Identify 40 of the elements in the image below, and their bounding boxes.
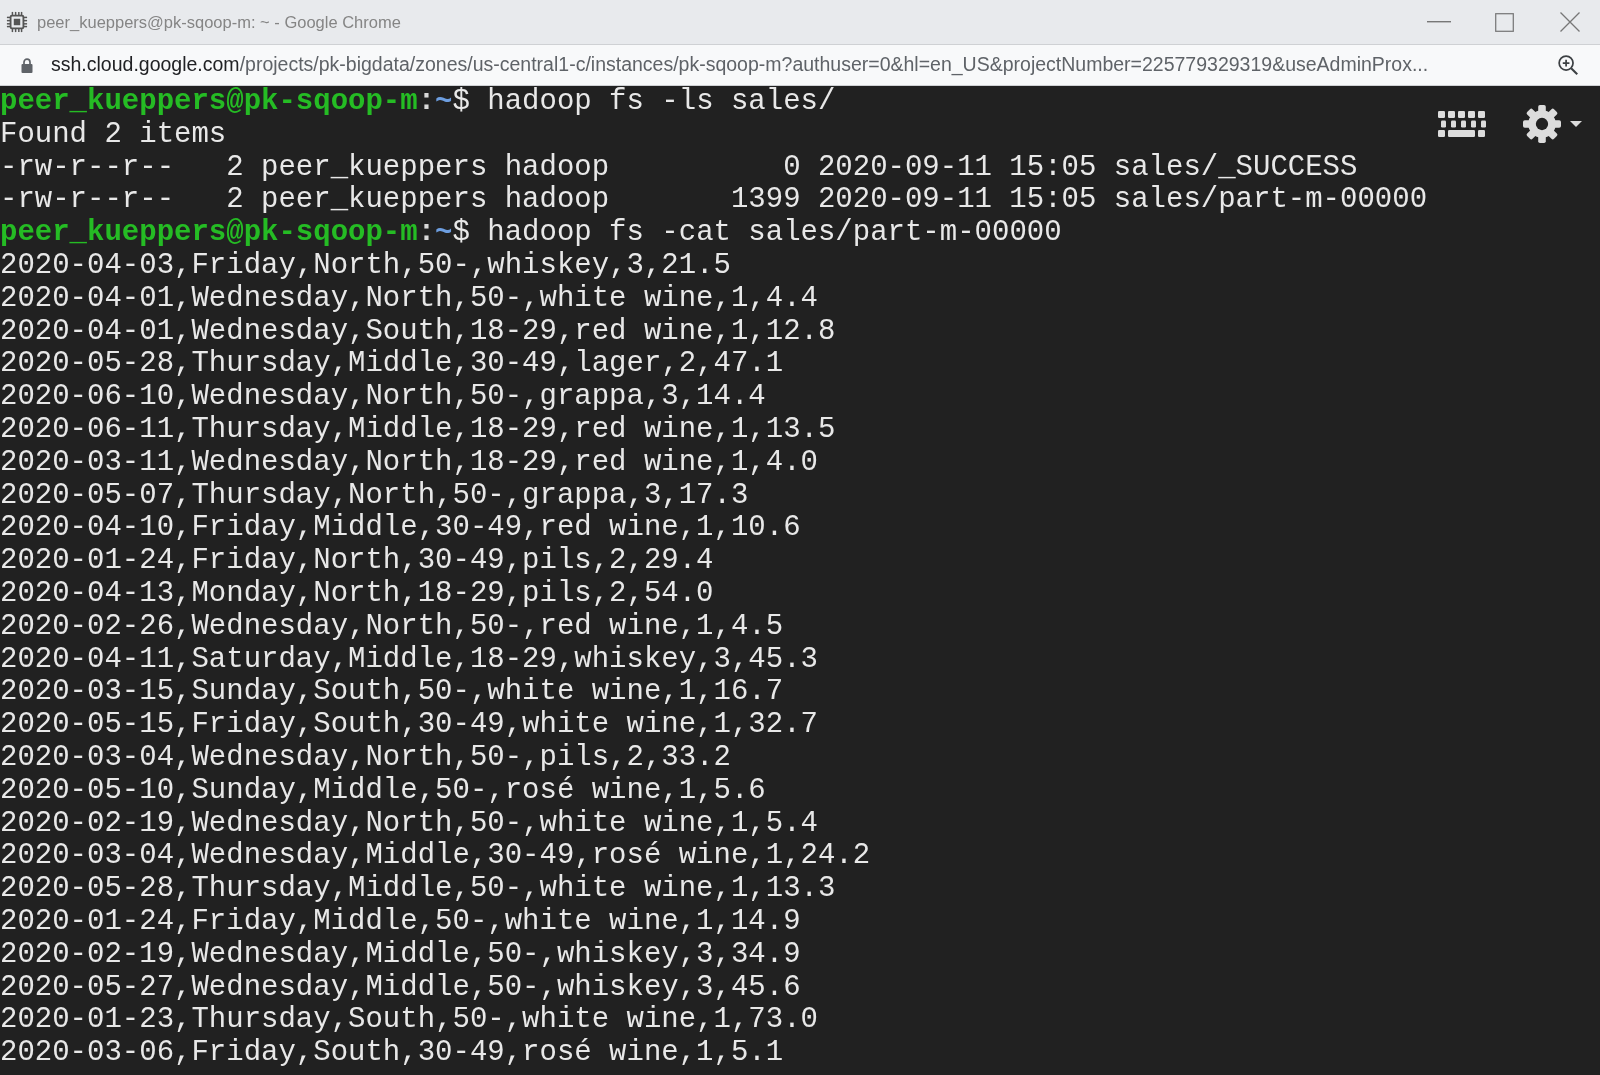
output-line: 2020-05-27,Wednesday,Middle,50-,whiskey,3,45.6: [0, 971, 801, 1005]
output-line: -rw-r--r-- 2 peer_kueppers hadoop 1399 2020-09-11 15:05 sales/part-m-00000: [0, 184, 1428, 218]
output-line: 2020-05-07,Thursday,North,50-,grappa,3,17.3: [0, 479, 749, 513]
output-line: 2020-02-19,Wednesday,Middle,50-,whiskey,3,34.9: [0, 938, 801, 972]
output-line: 2020-02-19,Wednesday,North,50-,white wine,1,5.4: [0, 807, 818, 841]
chip-icon: [6, 11, 28, 33]
output-line: Found 2 items: [0, 118, 227, 152]
output-line: 2020-03-04,Wednesday,North,50-,pils,2,33.2: [0, 741, 731, 775]
output-line: 2020-04-01,Wednesday,South,18-29,red wine,1,12.8: [0, 315, 836, 349]
url-text[interactable]: ssh.cloud.google.com/projects/pk-bigdata/zones/us-central1-c/instances/pk-sqoop-m?authuser=0&hl=en_US&projectNumber=225779329319&useAdminProx...: [51, 50, 1429, 80]
keyboard-icon[interactable]: [1438, 111, 1486, 137]
output-line: 2020-05-28,Thursday,Middle,30-49,lager,2,47.1: [0, 348, 784, 382]
output-line: 2020-01-24,Friday,North,30-49,pils,2,29.4: [0, 545, 714, 578]
output-line: 2020-05-28,Thursday,Middle,50-,white wine,1,13.3: [0, 873, 836, 906]
close-icon[interactable]: [1560, 12, 1580, 32]
prompt-line: peer_kueppers@pk-sqoop-m:~$ hadoop fs -ls sales/: [0, 86, 836, 119]
output-line: 2020-06-10,Wednesday,North,50-,grappa,3,14.4: [0, 381, 766, 414]
zoom-in-icon[interactable]: [1558, 55, 1578, 75]
output-line: -rw-r--r-- 2 peer_kueppers hadoop 0 2020-09-11 15:05 sales/_SUCCESS: [0, 151, 1358, 185]
output-line: 2020-02-26,Wednesday,North,50-,red wine,1,4.5: [0, 610, 784, 644]
prompt-line: peer_kueppers@pk-sqoop-m:~$ hadoop fs -cat sales/part-m-00000: [0, 217, 1062, 250]
output-line: 2020-04-03,Friday,North,50-,whiskey,3,21.5: [0, 250, 731, 283]
output-line: 2020-03-04,Wednesday,Middle,30-49,rosé wine,1,24.2: [0, 840, 871, 874]
output-line: 2020-03-06,Friday,South,30-49,rosé wine,1,5.1: [0, 1037, 784, 1070]
output-line: 2020-01-23,Thursday,South,50-,white wine,1,73.0: [0, 1004, 818, 1038]
output-line: 2020-05-10,Sunday,Middle,50-,rosé wine,1,5.6: [0, 774, 766, 808]
output-line: 2020-05-15,Friday,South,30-49,white wine,1,32.7: [0, 709, 818, 742]
maximize-icon[interactable]: [1495, 12, 1514, 32]
caret-icon[interactable]: [1570, 121, 1582, 127]
window-title: peer_kueppers@pk-sqoop-m: ~ - Google Chrome: [37, 11, 401, 33]
output-line: 2020-03-15,Sunday,South,50-,white wine,1,16.7: [0, 676, 784, 710]
output-line: 2020-03-11,Wednesday,North,18-29,red wine,1,4.0: [0, 446, 818, 480]
output-line: 2020-04-01,Wednesday,North,50-,white wine,1,4.4: [0, 282, 818, 316]
lock-icon: [21, 57, 33, 73]
output-line: 2020-04-10,Friday,Middle,30-49,red wine,1,10.6: [0, 512, 801, 546]
output-line: 2020-04-13,Monday,North,18-29,pils,2,54.0: [0, 577, 714, 611]
settings-icon[interactable]: [1523, 105, 1561, 143]
output-line: 2020-06-11,Thursday,Middle,18-29,red wine,1,13.5: [0, 413, 836, 447]
output-line: 2020-04-11,Saturday,Middle,18-29,whiskey,3,45.3: [0, 643, 818, 677]
output-line: 2020-01-24,Friday,Middle,50-,white wine,1,14.9: [0, 905, 801, 939]
